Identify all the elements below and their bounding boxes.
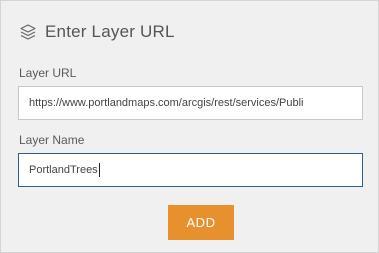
layer-url-label: Layer URL (19, 66, 77, 80)
layers-icon (19, 23, 37, 41)
layer-name-label: Layer Name (19, 133, 85, 147)
layer-url-input[interactable]: https://www.portlandmaps.com/arcgis/rest… (18, 86, 363, 120)
text-caret (98, 163, 100, 177)
panel-header: Enter Layer URL (19, 20, 175, 44)
layer-name-input[interactable]: PortlandTrees (18, 153, 363, 187)
enter-layer-url-panel: Enter Layer URL Layer URL https://www.po… (0, 0, 379, 253)
layer-name-value: PortlandTrees (29, 164, 98, 176)
panel-title: Enter Layer URL (45, 22, 175, 41)
add-button[interactable]: ADD (168, 205, 234, 240)
layer-url-value: https://www.portlandmaps.com/arcgis/rest… (29, 97, 304, 109)
